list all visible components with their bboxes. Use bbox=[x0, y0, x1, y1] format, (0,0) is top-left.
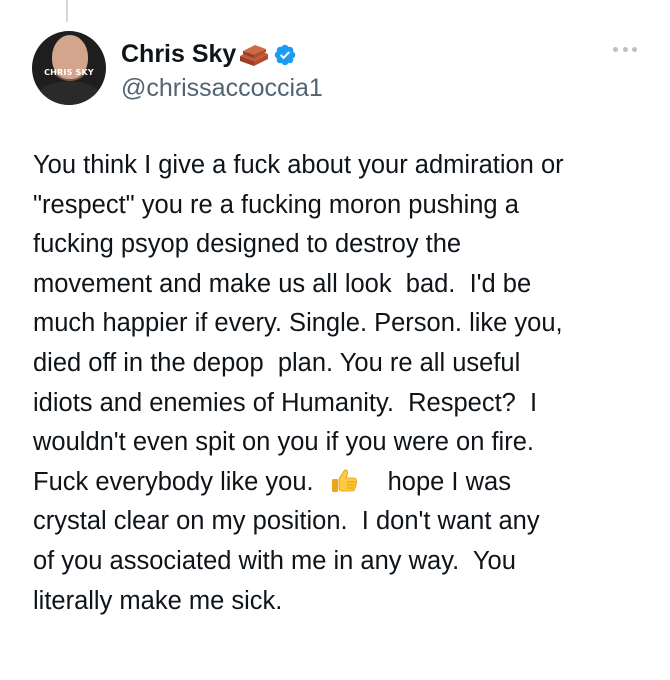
tweet-line: "respect" you re a fucking moron pushing… bbox=[33, 190, 519, 219]
tweet-line: fucking psyop designed to destroy the bbox=[33, 230, 462, 259]
tweet-line: movement and make us all look bad. I'd b… bbox=[33, 269, 532, 298]
tweet-line: You think I give a fuck about your admir… bbox=[33, 151, 564, 179]
thread-line bbox=[66, 0, 68, 22]
author-handle[interactable]: @chrissaccoccia1 bbox=[121, 74, 323, 103]
more-options-button[interactable] bbox=[613, 42, 637, 56]
display-name[interactable]: Chris Sky bbox=[121, 40, 297, 69]
tweet-line-part: Fuck everybody like you. bbox=[33, 467, 314, 496]
tweet-line: much happier if every. Single. Person. l… bbox=[33, 309, 563, 338]
tweet-line: of you associated with me in any way. Yo… bbox=[33, 546, 516, 575]
avatar-caption: CHRIS SKY bbox=[44, 68, 94, 77]
avatar-shirt bbox=[38, 81, 100, 105]
avatar[interactable]: CHRIS SKY bbox=[32, 31, 106, 105]
display-name-text: Chris Sky bbox=[121, 40, 237, 68]
tweet-line: died off in the depop plan. You re all u… bbox=[33, 348, 521, 377]
tweet-line: idiots and enemies of Humanity. Respect?… bbox=[33, 388, 538, 417]
verified-badge-icon bbox=[275, 44, 296, 65]
tweet-line: wouldn't even spit on you if you were on… bbox=[33, 428, 534, 457]
brick-icon bbox=[240, 44, 269, 66]
tweet-text: You think I give a fuck about your admir… bbox=[33, 146, 653, 621]
tweet-line-with-emoji: Fuck everybody like you. hope I was bbox=[33, 463, 653, 503]
more-options-icon bbox=[613, 46, 618, 52]
tweet-line: crystal clear on my position. I don't wa… bbox=[33, 507, 540, 536]
tweet-line: literally make me sick. bbox=[33, 586, 283, 615]
thumbs-up-icon bbox=[331, 469, 357, 492]
tweet-line-part: hope I was bbox=[387, 467, 511, 496]
